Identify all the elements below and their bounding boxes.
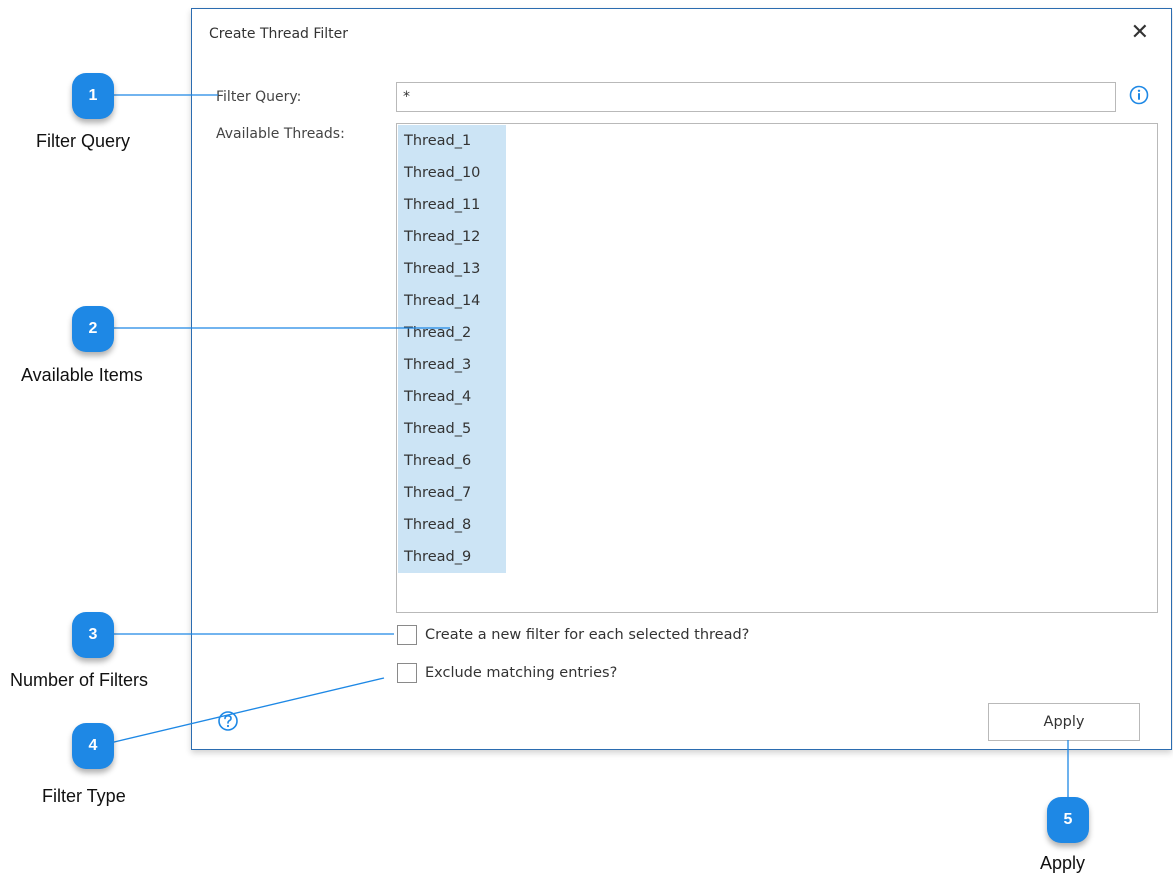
callout-2-badge: 2 <box>72 306 114 352</box>
callout-5-badge: 5 <box>1047 797 1089 843</box>
callout-5-caption: Apply <box>1040 853 1086 873</box>
callout-4-badge: 4 <box>72 723 114 769</box>
callout-3-badge: 3 <box>72 612 114 658</box>
callout-1-caption: Filter Query <box>36 131 131 151</box>
callout-4-caption: Filter Type <box>42 786 126 806</box>
callout-1-badge: 1 <box>72 73 114 119</box>
callout-2-caption: Available Items <box>21 365 143 385</box>
callout-3-caption: Number of Filters <box>10 670 149 690</box>
callout-lines <box>109 94 1069 800</box>
